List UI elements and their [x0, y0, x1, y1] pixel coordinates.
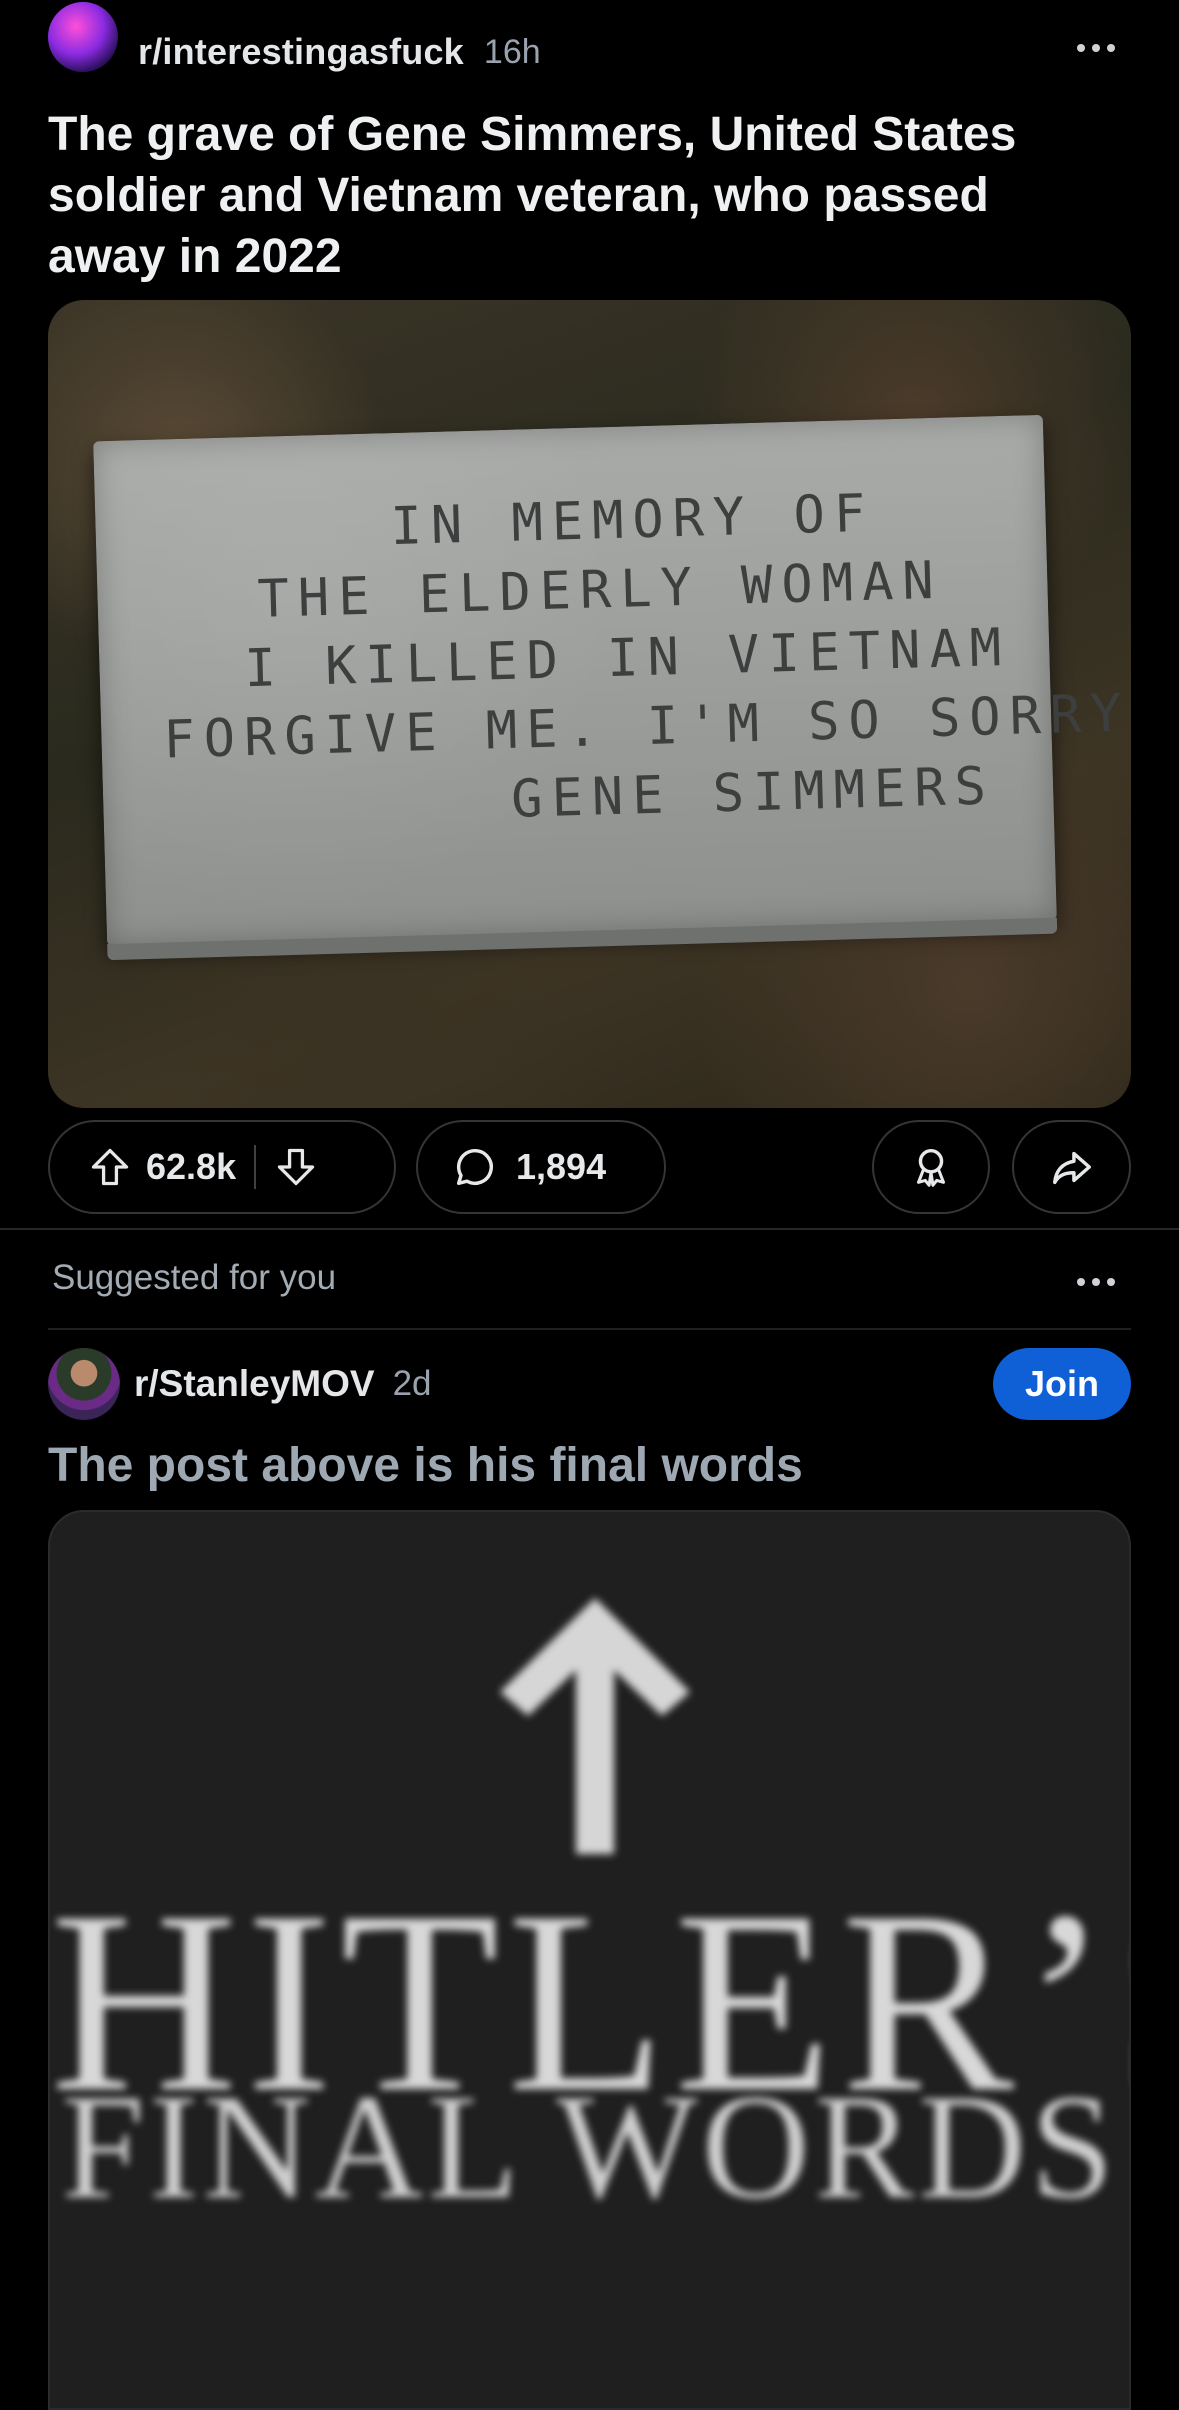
award-button[interactable] [872, 1120, 990, 1214]
post-header: r/interestingasfuck 16h [48, 2, 1131, 82]
up-arrow-icon [500, 1598, 690, 1854]
more-options-icon[interactable] [1069, 28, 1123, 68]
subreddit-avatar[interactable] [48, 2, 118, 72]
subreddit-name[interactable]: r/interestingasfuck [138, 31, 464, 73]
vote-pill: 62.8k [48, 1120, 396, 1214]
upvote-count: 62.8k [146, 1146, 237, 1187]
post-age: 2d [392, 1364, 432, 1403]
post-action-bar: 62.8k 1,894 [48, 1120, 1131, 1216]
gravestone-inscription: In memory of the elderly woman I killed … [95, 475, 1131, 846]
suggested-post-header: r/StanleyMOV 2d Join [48, 1346, 1131, 1422]
comments-button[interactable]: 1,894 [416, 1120, 666, 1214]
share-icon [1049, 1144, 1095, 1190]
join-button[interactable]: Join [993, 1348, 1131, 1420]
suggested-post-title[interactable]: The post above is his final words [48, 1438, 803, 1493]
comment-count: 1,894 [516, 1146, 607, 1187]
suggested-more-icon[interactable] [1069, 1262, 1123, 1302]
gravestone: In memory of the elderly woman I killed … [93, 414, 1131, 961]
award-icon [908, 1144, 954, 1190]
suggested-label: Suggested for you [52, 1258, 337, 1297]
suggested-separator [48, 1328, 1131, 1330]
share-button[interactable] [1012, 1120, 1131, 1214]
downvote-icon[interactable] [274, 1145, 318, 1189]
vote-divider [254, 1145, 257, 1189]
upvote-icon[interactable] [88, 1145, 132, 1189]
post-image[interactable]: In memory of the elderly woman I killed … [48, 300, 1131, 1108]
image-text-line2: FINAL WORDS [61, 2064, 1118, 2230]
subreddit-name[interactable]: r/StanleyMOV [134, 1363, 375, 1405]
post-separator [0, 1228, 1179, 1230]
post-age: 16h [483, 32, 541, 71]
comment-icon [452, 1144, 498, 1190]
post-title[interactable]: The grave of Gene Simmers, United States… [48, 104, 1088, 287]
subreddit-avatar[interactable] [48, 1348, 120, 1420]
suggested-post-image[interactable]: HITLER’S FINAL WORDS [48, 1510, 1131, 2410]
